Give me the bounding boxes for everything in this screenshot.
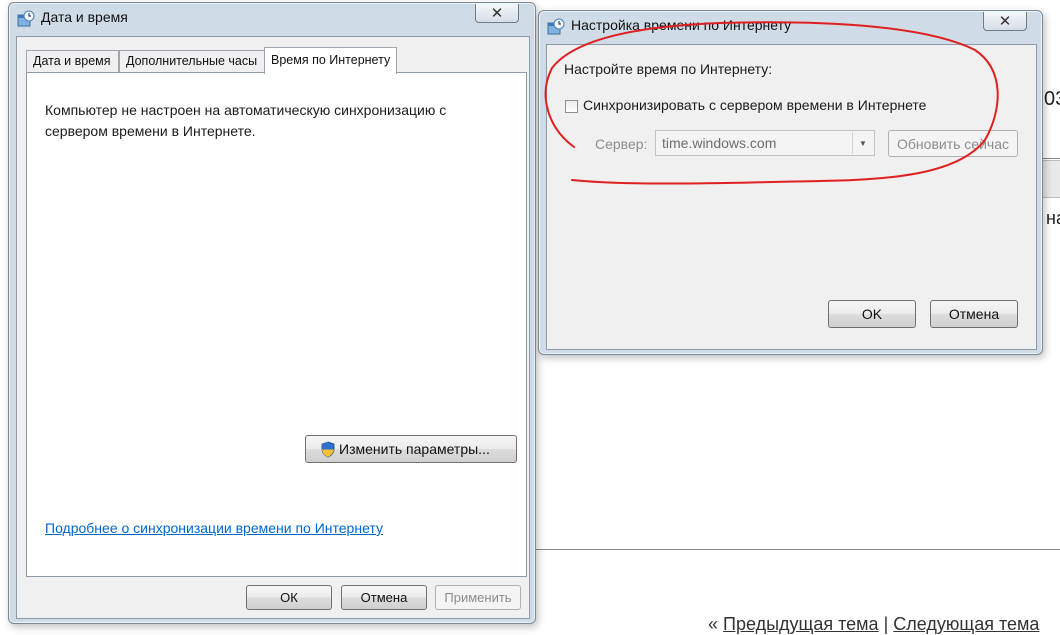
tab-internet-time[interactable]: Время по Интернету	[264, 47, 397, 74]
close-icon: ✕	[998, 13, 1012, 30]
title-bar[interactable]: Настройка времени по Интернету ✕	[539, 11, 1042, 41]
date-time-icon	[17, 10, 35, 27]
title-bar[interactable]: Дата и время ✕	[9, 3, 535, 33]
window-title: Настройка времени по Интернету	[571, 17, 792, 33]
tab-additional-clocks[interactable]: Дополнительные часы	[119, 50, 265, 72]
server-select[interactable]: time.windows.com ▼	[655, 130, 875, 156]
date-time-dialog: Дата и время ✕ Дата и время Дополнительн…	[8, 2, 536, 624]
background-footer: « Предыдущая тема | Следующая тема	[708, 614, 1039, 635]
chevron-down-icon: ▼	[852, 132, 873, 154]
footer-separator: |	[883, 614, 889, 634]
internet-time-settings-dialog: Настройка времени по Интернету ✕ Настрой…	[538, 10, 1043, 355]
background-text: на	[1046, 208, 1060, 228]
close-icon: ✕	[490, 5, 504, 22]
sync-checkbox[interactable]	[565, 100, 578, 113]
cancel-button[interactable]: Отмена	[930, 300, 1018, 328]
footer-prefix: «	[708, 614, 719, 634]
close-button[interactable]: ✕	[983, 12, 1027, 31]
background-bar	[1042, 160, 1060, 198]
internet-sync-help-link[interactable]: Подробнее о синхронизации времени по Инт…	[45, 520, 383, 536]
tab-date-time[interactable]: Дата и время	[26, 50, 119, 72]
background-text: 03	[1044, 88, 1060, 110]
sync-status-text: Компьютер не настроен на автоматическую …	[45, 102, 447, 139]
close-button[interactable]: ✕	[475, 4, 519, 23]
server-value: time.windows.com	[662, 135, 777, 151]
cancel-button[interactable]: Отмена	[341, 585, 427, 610]
internet-time-panel: Компьютер не настроен на автоматическую …	[26, 72, 527, 577]
date-time-icon	[547, 18, 565, 35]
update-now-button[interactable]: Обновить сейчас	[888, 130, 1018, 157]
background-divider	[1042, 158, 1060, 159]
next-topic-link[interactable]: Следующая тема	[893, 614, 1039, 634]
dialog-body: Настройте время по Интернету: Синхронизи…	[546, 44, 1037, 350]
change-settings-label: Изменить параметры...	[339, 441, 490, 457]
background-divider	[536, 549, 1060, 550]
server-label: Сервер:	[595, 136, 648, 152]
uac-shield-icon	[321, 441, 335, 457]
window-title: Дата и время	[41, 9, 128, 25]
sync-checkbox-label[interactable]: Синхронизировать с сервером времени в Ин…	[583, 97, 926, 113]
section-heading: Настройте время по Интернету:	[564, 61, 773, 77]
ok-button[interactable]: ОК	[246, 585, 332, 610]
previous-topic-link[interactable]: Предыдущая тема	[723, 614, 879, 634]
ok-button[interactable]: OK	[828, 300, 916, 328]
apply-button[interactable]: Применить	[435, 585, 521, 610]
change-settings-button[interactable]: Изменить параметры...	[305, 435, 517, 463]
